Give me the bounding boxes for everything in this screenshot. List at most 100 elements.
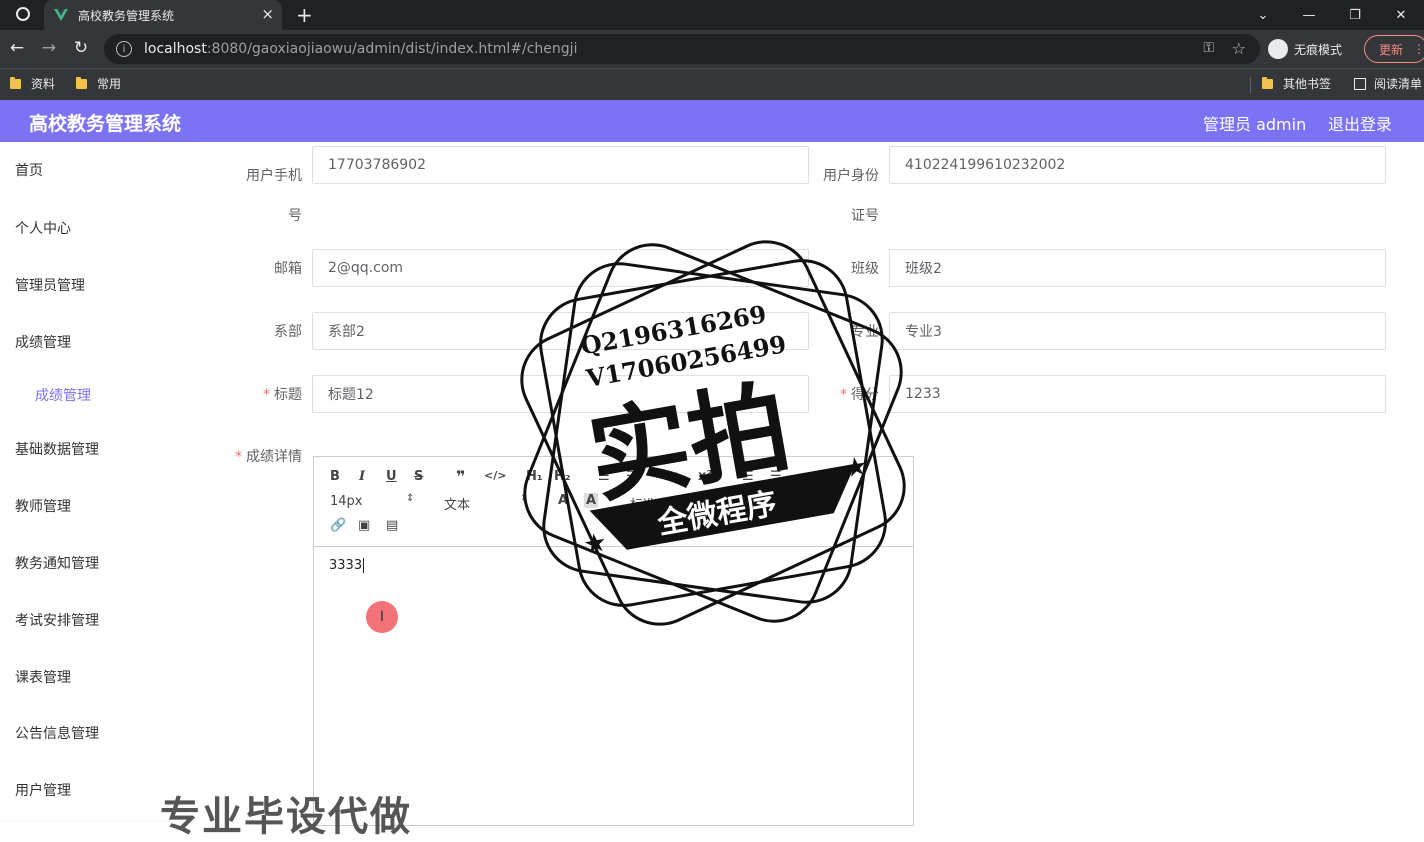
phone-label: 用户手机号 (246, 168, 302, 224)
chevron-updown-icon: ⇕ (520, 493, 529, 504)
email-label: 邮箱 (274, 261, 302, 277)
code-icon[interactable]: </> (484, 469, 506, 482)
bookmark-label: 资料 (31, 77, 56, 91)
reading-list[interactable]: 阅读清单 (1354, 75, 1422, 92)
sidebar-item-admin-management[interactable]: 管理员管理 (15, 275, 185, 299)
sidebar-item-score-management[interactable]: 成绩管理 (15, 332, 185, 356)
tab-close-icon[interactable]: × (261, 6, 274, 22)
incognito-indicator[interactable]: 无痕模式 (1268, 36, 1342, 62)
tab-search-icon[interactable]: ⌄ (1240, 0, 1286, 30)
incognito-label: 无痕模式 (1294, 42, 1343, 57)
mouse-cursor-indicator: I (366, 601, 398, 633)
url-host: localhost (144, 41, 207, 57)
indent-icon[interactable]: ☰ (770, 469, 782, 484)
minimize-icon[interactable]: — (1286, 0, 1332, 30)
folder-icon (1262, 76, 1273, 89)
current-user: 管理员 admin (1203, 115, 1307, 134)
idcard-label: 用户身份证号 (823, 168, 879, 224)
more-icon[interactable]: ⋮ (1413, 42, 1424, 56)
browser-tab[interactable]: 高校教务管理系统 × (44, 0, 282, 30)
rich-text-editor: B I U S ❞ </> H₁ H₂ ☰ ☰ x₂ x² ☰ ☰ 14px ⇕… (313, 456, 914, 826)
sidebar-subitem-score-management[interactable]: 成绩管理 (35, 385, 205, 409)
detail-label-text: 成绩详情 (246, 449, 302, 465)
forward-icon[interactable]: → (38, 38, 60, 58)
new-tab-icon[interactable]: + (296, 3, 313, 27)
bookmark-label: 常用 (97, 77, 122, 91)
link-icon[interactable]: 🔗 (330, 518, 346, 533)
bookmark-ziliao[interactable]: 资料 (10, 75, 55, 92)
sidebar-item-home[interactable]: 首页 (15, 160, 185, 184)
sidebar-item-announcement[interactable]: 公告信息管理 (15, 723, 185, 747)
quote-icon[interactable]: ❞ (456, 467, 465, 486)
bullet-list-icon[interactable]: ☰ (626, 469, 638, 484)
major-field[interactable]: 专业3 (889, 312, 1386, 350)
dept-label: 系部 (274, 324, 302, 340)
url-path: :8080/gaoxiaojiaowu/admin/dist/index.htm… (206, 41, 578, 57)
subscript-icon[interactable]: x₂ (669, 469, 683, 484)
tab-title: 高校教务管理系统 (78, 8, 175, 23)
browser-menu-icon[interactable] (16, 7, 30, 21)
required-mark: * (263, 387, 270, 403)
class-select[interactable]: 班级2 (889, 249, 1386, 287)
header1-icon[interactable]: H₁ (526, 469, 543, 484)
title-field[interactable]: 标题12 (312, 375, 809, 413)
italic-icon[interactable]: I (359, 469, 365, 484)
app-header: 高校教务管理系统 管理员 admin 退出登录 (0, 100, 1424, 142)
editor-content[interactable]: 3333 (329, 558, 365, 573)
bookmark-star-icon[interactable]: ☆ (1232, 39, 1246, 58)
bookmark-divider (1250, 77, 1251, 93)
editor-toolbar: B I U S ❞ </> H₁ H₂ ☰ ☰ x₂ x² ☰ ☰ 14px ⇕… (314, 457, 913, 547)
window-controls: ⌄ — ❐ ✕ (1240, 0, 1424, 30)
sidebar-item-personal-center[interactable]: 个人中心 (15, 218, 185, 242)
background-color-icon[interactable]: A (584, 493, 599, 508)
sidebar: 首页 个人中心 管理员管理 成绩管理 成绩管理 基础数据管理 教师管理 教务通知… (0, 142, 196, 820)
back-icon[interactable]: ← (6, 38, 28, 58)
key-icon[interactable]: ⚿ (1203, 40, 1214, 56)
required-mark: * (840, 387, 847, 403)
underline-icon[interactable]: U (386, 469, 397, 484)
bookmark-other[interactable]: 其他书签 (1262, 75, 1331, 92)
editor-text: 3333 (329, 558, 363, 573)
reload-icon[interactable]: ↻ (70, 38, 92, 58)
sidebar-item-notice-management[interactable]: 教务通知管理 (15, 553, 185, 577)
ordered-list-icon[interactable]: ☰ (598, 469, 610, 484)
font-size-select[interactable]: 14px (330, 494, 363, 509)
restore-icon[interactable]: ❐ (1332, 0, 1378, 30)
email-field[interactable]: 2@qq.com (312, 249, 809, 287)
outdent-icon[interactable]: ☰ (742, 469, 754, 484)
title-label: * 标题 (236, 384, 302, 404)
image-icon[interactable]: ▣ (358, 518, 370, 533)
dept-field[interactable]: 系部2 (312, 312, 809, 350)
strike-icon[interactable]: S (414, 469, 423, 484)
header2-icon[interactable]: H₂ (554, 469, 571, 484)
font-family-select[interactable]: 标准字体 (630, 494, 682, 513)
close-window-icon[interactable]: ✕ (1378, 0, 1424, 30)
main-content: 用户手机号 17703786902 用户身份证号 410224199610232… (196, 142, 1424, 826)
title-label-text: 标题 (274, 387, 302, 403)
address-bar-row: ← → ↻ i localhost:8080/gaoxiaojiaowu/adm… (0, 30, 1424, 68)
reading-list-icon (1354, 77, 1366, 90)
idcard-field[interactable]: 410224199610232002 (889, 146, 1386, 184)
url-input[interactable]: i localhost:8080/gaoxiaojiaowu/admin/dis… (104, 34, 1260, 64)
bookmark-label: 阅读清单 (1374, 77, 1423, 91)
browser-tab-strip: 高校教务管理系统 × + ⌄ — ❐ ✕ (0, 0, 1424, 30)
sidebar-item-basic-data[interactable]: 基础数据管理 (15, 439, 185, 463)
video-icon[interactable]: ▤ (386, 518, 398, 533)
bottom-watermark-text: 专业毕设代做 (160, 794, 412, 840)
font-color-icon[interactable]: A (558, 493, 568, 508)
score-field[interactable]: 1233 (889, 375, 1386, 413)
phone-field[interactable]: 17703786902 (312, 146, 809, 184)
update-button[interactable]: 更新 ⋮ (1364, 35, 1424, 63)
sidebar-item-exam-schedule[interactable]: 考试安排管理 (15, 610, 185, 634)
site-info-icon[interactable]: i (116, 41, 132, 57)
superscript-icon[interactable]: x² (698, 469, 712, 484)
sidebar-item-teacher-management[interactable]: 教师管理 (15, 496, 185, 520)
logout-button[interactable]: 退出登录 (1328, 111, 1392, 135)
score-label-text: 得分 (851, 387, 879, 403)
bold-icon[interactable]: B (330, 469, 340, 484)
header-style-select[interactable]: 文本 (444, 494, 470, 513)
bookmark-changyong[interactable]: 常用 (76, 75, 121, 92)
class-label: 班级 (851, 261, 879, 277)
bookmarks-bar: 资料 常用 其他书签 阅读清单 (0, 68, 1424, 100)
sidebar-item-timetable[interactable]: 课表管理 (15, 667, 185, 691)
